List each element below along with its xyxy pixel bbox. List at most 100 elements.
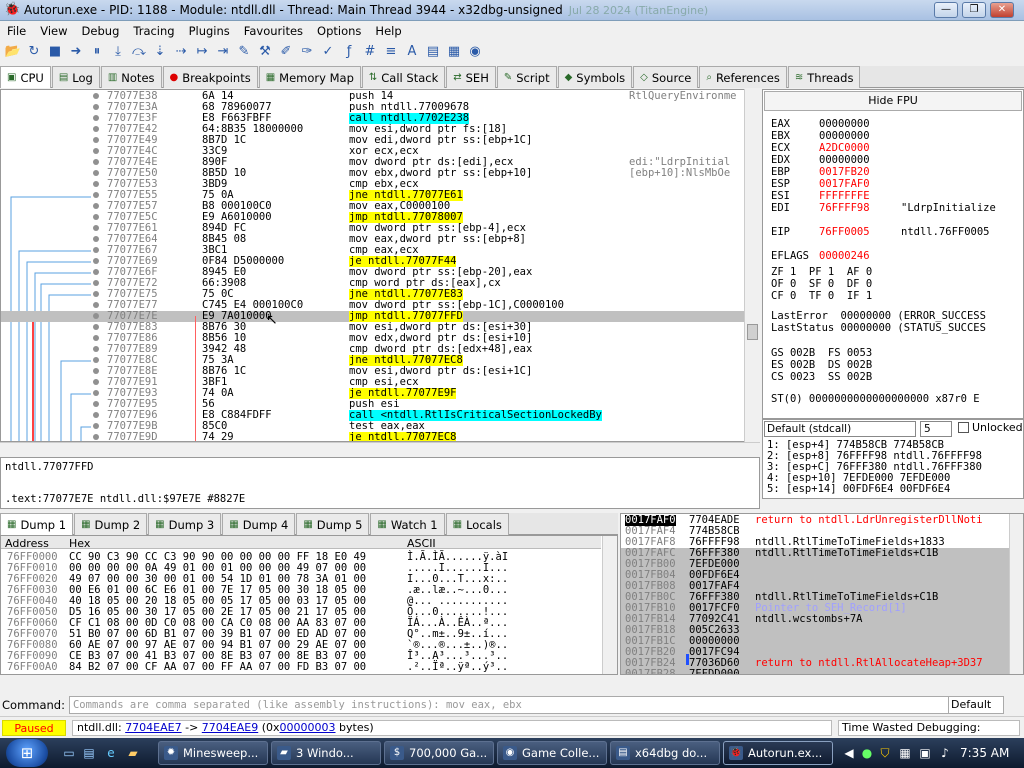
register-value[interactable]: FFFFFFFE: [819, 190, 901, 202]
run-to-user-code-icon[interactable]: ⇥: [214, 43, 232, 61]
bookmark-icon[interactable]: ✓: [319, 43, 337, 61]
dump-tab-dump-5[interactable]: ▦ Dump 5: [296, 513, 370, 535]
label-icon[interactable]: ✑: [298, 43, 316, 61]
stack-row[interactable]: 0017FB00 7EFDE000: [621, 559, 1011, 570]
breakpoint-dot[interactable]: [93, 269, 99, 275]
dump-row[interactable]: 76FF00A0 84 B2 07 00 CF AA 07 00 FF AA 07…: [1, 662, 601, 673]
stack-row[interactable]: 0017FAFC 76FFF380 ntdll.RtlTimeToTimeField…: [621, 548, 1011, 559]
breakpoint-dot[interactable]: [93, 247, 99, 253]
dump-tab-watch-1[interactable]: ▦ Watch 1: [370, 513, 445, 535]
register-row[interactable]: EAX 00000000: [771, 118, 901, 130]
dump-view[interactable]: Address Hex ASCII 76FF0000 CC 90 C3 90 CC…: [0, 535, 618, 675]
breakpoint-dot[interactable]: [93, 346, 99, 352]
arg-count-spinbox[interactable]: 5: [920, 421, 952, 437]
step-over-icon[interactable]: ⤼: [130, 43, 148, 61]
register-row[interactable]: EDX 00000000: [771, 154, 901, 166]
preferences-icon[interactable]: ▤: [424, 43, 442, 61]
ie-icon[interactable]: e: [104, 746, 118, 760]
breakpoint-dot[interactable]: [93, 401, 99, 407]
taskbar-item[interactable]: ▤ x64dbg do...: [610, 741, 720, 765]
call-arg-row[interactable]: 5: [esp+14] 00FDF6E4 00FDF6E4: [767, 483, 950, 495]
breakpoint-dot[interactable]: [93, 126, 99, 132]
register-row[interactable]: ECX A2DC0000: [771, 142, 901, 154]
menu-help[interactable]: Help: [368, 24, 408, 38]
taskbar-item[interactable]: ◉ Game Colle...: [497, 741, 607, 765]
register-value[interactable]: 00000246: [819, 250, 901, 262]
breakpoint-dot[interactable]: [93, 324, 99, 330]
scylla-icon[interactable]: ✎: [235, 43, 253, 61]
menu-tracing[interactable]: Tracing: [126, 24, 181, 38]
pause-icon[interactable]: ⏸: [88, 43, 106, 61]
tab-log[interactable]: ▤ Log: [51, 66, 100, 88]
menu-plugins[interactable]: Plugins: [182, 24, 237, 38]
segment-row[interactable]: CS 0023 SS 002B: [771, 371, 872, 383]
flags-row[interactable]: OF 0 SF 0 DF 0: [771, 278, 872, 290]
tab-seh[interactable]: ⇄ SEH: [446, 66, 496, 88]
register-value[interactable]: 76FFFF98: [819, 202, 901, 214]
register-row[interactable]: EDI 76FFFF98 "LdrpInitialize: [771, 202, 996, 214]
tab-breakpoints[interactable]: ● Breakpoints: [162, 66, 258, 88]
globe-icon[interactable]: ◉: [466, 43, 484, 61]
register-row[interactable]: EBP 0017FB20: [771, 166, 901, 178]
taskbar-item[interactable]: 🐞 Autorun.ex...: [723, 741, 833, 765]
menu-view[interactable]: View: [33, 24, 74, 38]
register-row[interactable]: ESI FFFFFFFE: [771, 190, 901, 202]
tab-script[interactable]: ✎ Script: [496, 66, 557, 88]
register-row[interactable]: ESP 0017FAF0: [771, 178, 901, 190]
register-row[interactable]: EIP 76FF0005 ntdll.76FF0005: [771, 226, 990, 238]
unlocked-checkbox[interactable]: [958, 422, 969, 433]
dump-tab-dump-1[interactable]: ▦ Dump 1: [0, 513, 74, 535]
menu-favourites[interactable]: Favourites: [237, 24, 310, 38]
dump-scrollbar[interactable]: [602, 536, 617, 674]
execute-till-return-icon[interactable]: ↦: [193, 43, 211, 61]
taskbar-item[interactable]: $700,000 Ga...: [384, 741, 494, 765]
taskbar-item[interactable]: ✹ Minesweep...: [158, 741, 268, 765]
breakpoint-dot[interactable]: [93, 214, 99, 220]
network-icon[interactable]: ●: [860, 746, 874, 760]
command-type-select[interactable]: Default: [948, 696, 1004, 714]
minimize-button[interactable]: —: [934, 2, 958, 18]
breakpoint-dot[interactable]: [93, 203, 99, 209]
clock[interactable]: 7:35 AM: [960, 738, 1009, 768]
menu-options[interactable]: Options: [310, 24, 368, 38]
tab-memory-map[interactable]: ▦ Memory Map: [258, 66, 361, 88]
breakpoint-dot[interactable]: [93, 379, 99, 385]
breakpoint-dot[interactable]: [93, 225, 99, 231]
dump-tab-dump-2[interactable]: ▦ Dump 2: [74, 513, 148, 535]
hash-icon[interactable]: #: [361, 43, 379, 61]
breakpoint-dot[interactable]: [93, 302, 99, 308]
register-row[interactable]: EFLAGS 00000246: [771, 250, 901, 262]
registers-panel[interactable]: EAX 00000000 EBX 00000000 ECX A2DC0000 EDX 0000…: [762, 89, 1024, 419]
stack-row[interactable]: 0017FB28 7EFDD000: [621, 669, 1011, 674]
dump-tab-dump-3[interactable]: ▦ Dump 3: [148, 513, 222, 535]
breakpoint-dot[interactable]: [93, 170, 99, 176]
disasm-row[interactable]: 77077E9D 74 29 je ntdll.77077EC8: [1, 432, 744, 441]
flags-row[interactable]: CF 0 TF 0 IF 1: [771, 290, 872, 302]
breakpoint-dot[interactable]: [93, 258, 99, 264]
tab-cpu[interactable]: ▣ CPU: [0, 66, 51, 88]
close-button[interactable]: ✕: [990, 2, 1014, 18]
monitor-icon[interactable]: ▣: [918, 746, 932, 760]
taskbar-item[interactable]: ▰ 3 Windo...: [271, 741, 381, 765]
flags-row[interactable]: ZF 1 PF 1 AF 0: [771, 266, 872, 278]
tab-source[interactable]: ◇ Source: [633, 66, 699, 88]
breakpoint-dot[interactable]: [93, 115, 99, 121]
disassembly-view[interactable]: 77077E38 6A 14 push 14 RtlQueryEnvironme 770…: [0, 89, 760, 442]
breakpoint-dot[interactable]: [93, 335, 99, 341]
breakpoint-dot[interactable]: [93, 104, 99, 110]
menu-file[interactable]: File: [0, 24, 33, 38]
trace-into-icon[interactable]: ⇣: [151, 43, 169, 61]
unlocked-toggle[interactable]: Unlocked: [958, 421, 1023, 434]
breakpoint-dot[interactable]: [93, 313, 99, 319]
scroll-thumb[interactable]: [747, 324, 758, 340]
dump-tab-dump-4[interactable]: ▦ Dump 4: [222, 513, 296, 535]
breakpoint-dot[interactable]: [93, 192, 99, 198]
breakpoint-dot[interactable]: [93, 93, 99, 99]
trace-over-icon[interactable]: ⇢: [172, 43, 190, 61]
show-desktop-icon[interactable]: ▭: [62, 746, 76, 760]
switch-windows-icon[interactable]: ▤: [82, 746, 96, 760]
status-from-link[interactable]: 7704EAE7: [125, 721, 181, 734]
register-value[interactable]: 76FF0005: [819, 226, 901, 238]
breakpoint-dot[interactable]: [93, 423, 99, 429]
register-row[interactable]: [771, 238, 901, 250]
